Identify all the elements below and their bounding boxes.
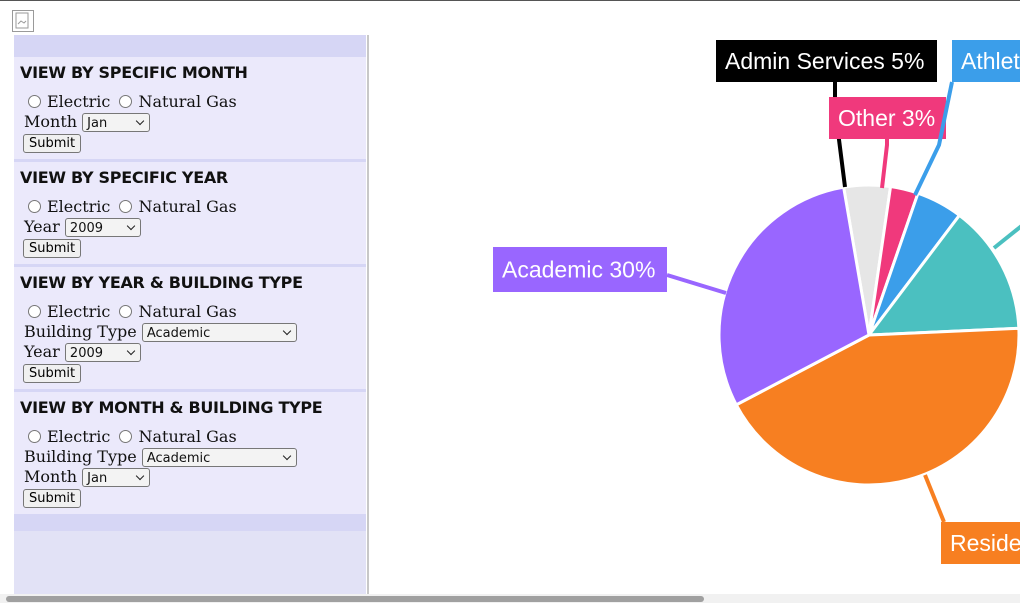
month-form-title: VIEW BY SPECIFIC MONTH — [20, 63, 248, 82]
year-building-electric-label: Electric — [47, 302, 111, 321]
slice-leader-line — [880, 139, 889, 189]
slice-leader-line — [923, 474, 946, 523]
year-building-gas-radio[interactable] — [119, 305, 133, 318]
year-electric-label: Electric — [47, 197, 111, 216]
month-label: Month — [24, 112, 78, 131]
year-building-energy-options: Electric Natural Gas — [20, 302, 366, 322]
month-building-electric-radio[interactable] — [28, 430, 41, 443]
slice-label-text: Academic 30% — [502, 257, 655, 283]
month-building-month-select[interactable]: Jan — [82, 468, 151, 487]
month-form-panel: VIEW BY SPECIFIC MONTH Electric Natural … — [14, 57, 366, 162]
sidebar-bottom-strip — [14, 517, 366, 531]
month-building-form-title: VIEW BY MONTH & BUILDING TYPE — [20, 398, 323, 417]
month-building-type-row: Building Type Academic — [20, 447, 366, 467]
month-building-energy-options: Electric Natural Gas — [20, 427, 366, 447]
slice-leader-line — [666, 273, 727, 295]
year-building-year-row: Year 2009 — [20, 342, 366, 362]
chart-area: Admin Services 5% Other 3% Athlet Reside Aca… — [369, 35, 1020, 595]
year-building-form-title: VIEW BY YEAR & BUILDING TYPE — [20, 273, 303, 292]
year-energy-options: Electric Natural Gas — [20, 197, 366, 217]
month-building-type-select[interactable]: Academic — [141, 448, 297, 467]
month-building-month-row: Month Jan — [20, 467, 366, 487]
month-select[interactable]: Jan — [82, 113, 151, 132]
pie-chart: Admin Services 5% Other 3% Athlet Reside Aca… — [493, 40, 1020, 564]
year-label: Year — [24, 217, 60, 236]
month-building-month-label: Month — [24, 467, 78, 486]
slice-label: Athlet — [952, 40, 1020, 82]
year-gas-radio[interactable] — [119, 200, 133, 213]
horizontal-scrollbar[interactable] — [6, 596, 704, 602]
slice-label-text: Athlet — [961, 48, 1020, 74]
month-building-submit-button[interactable]: Submit — [23, 489, 82, 508]
slice-label: Reside — [941, 522, 1020, 564]
slice-label: Academic 30% — [493, 247, 667, 292]
month-building-electric-label: Electric — [47, 427, 111, 446]
filter-sidebar: VIEW BY SPECIFIC MONTH Electric Natural … — [14, 35, 366, 595]
year-building-gas-label: Natural Gas — [138, 302, 237, 321]
month-gas-label: Natural Gas — [138, 92, 237, 111]
year-building-submit-button[interactable]: Submit — [23, 364, 82, 383]
slice-label: Other 3% — [829, 97, 946, 139]
broken-image-icon — [12, 10, 34, 32]
month-gas-radio[interactable] — [119, 95, 133, 108]
year-building-electric-radio[interactable] — [28, 305, 41, 318]
year-gas-label: Natural Gas — [138, 197, 237, 216]
year-building-type-label: Building Type — [24, 322, 137, 341]
slice-label-text: Admin Services 5% — [725, 48, 924, 74]
month-energy-options: Electric Natural Gas — [20, 92, 366, 112]
slice-label-text: Reside — [950, 530, 1020, 556]
slice-leader-line — [992, 224, 1020, 250]
month-select-row: Month Jan — [20, 112, 366, 132]
slice-label-text: Other 3% — [838, 105, 935, 131]
year-building-type-row: Building Type Academic — [20, 322, 366, 342]
month-building-type-label: Building Type — [24, 447, 137, 466]
sidebar-top-strip — [14, 35, 366, 57]
month-building-gas-label: Natural Gas — [138, 427, 237, 446]
month-submit-button[interactable]: Submit — [23, 134, 82, 153]
month-building-form-panel: VIEW BY MONTH & BUILDING TYPE Electric N… — [14, 392, 366, 517]
year-building-year-select[interactable]: 2009 — [64, 343, 141, 362]
year-submit-button[interactable]: Submit — [23, 239, 82, 258]
year-form-title: VIEW BY SPECIFIC YEAR — [20, 168, 228, 187]
year-building-type-select[interactable]: Academic — [141, 323, 297, 342]
month-electric-label: Electric — [47, 92, 111, 111]
year-form-panel: VIEW BY SPECIFIC YEAR Electric Natural G… — [14, 162, 366, 267]
year-electric-radio[interactable] — [28, 200, 41, 213]
month-building-gas-radio[interactable] — [119, 430, 133, 443]
year-select-row: Year 2009 — [20, 217, 366, 237]
slice-label: Admin Services 5% — [716, 40, 937, 82]
month-electric-radio[interactable] — [28, 95, 41, 108]
year-building-form-panel: VIEW BY YEAR & BUILDING TYPE Electric Na… — [14, 267, 366, 392]
year-select[interactable]: 2009 — [64, 218, 141, 237]
year-building-year-label: Year — [24, 342, 60, 361]
browser-top-strip — [0, 0, 1020, 35]
